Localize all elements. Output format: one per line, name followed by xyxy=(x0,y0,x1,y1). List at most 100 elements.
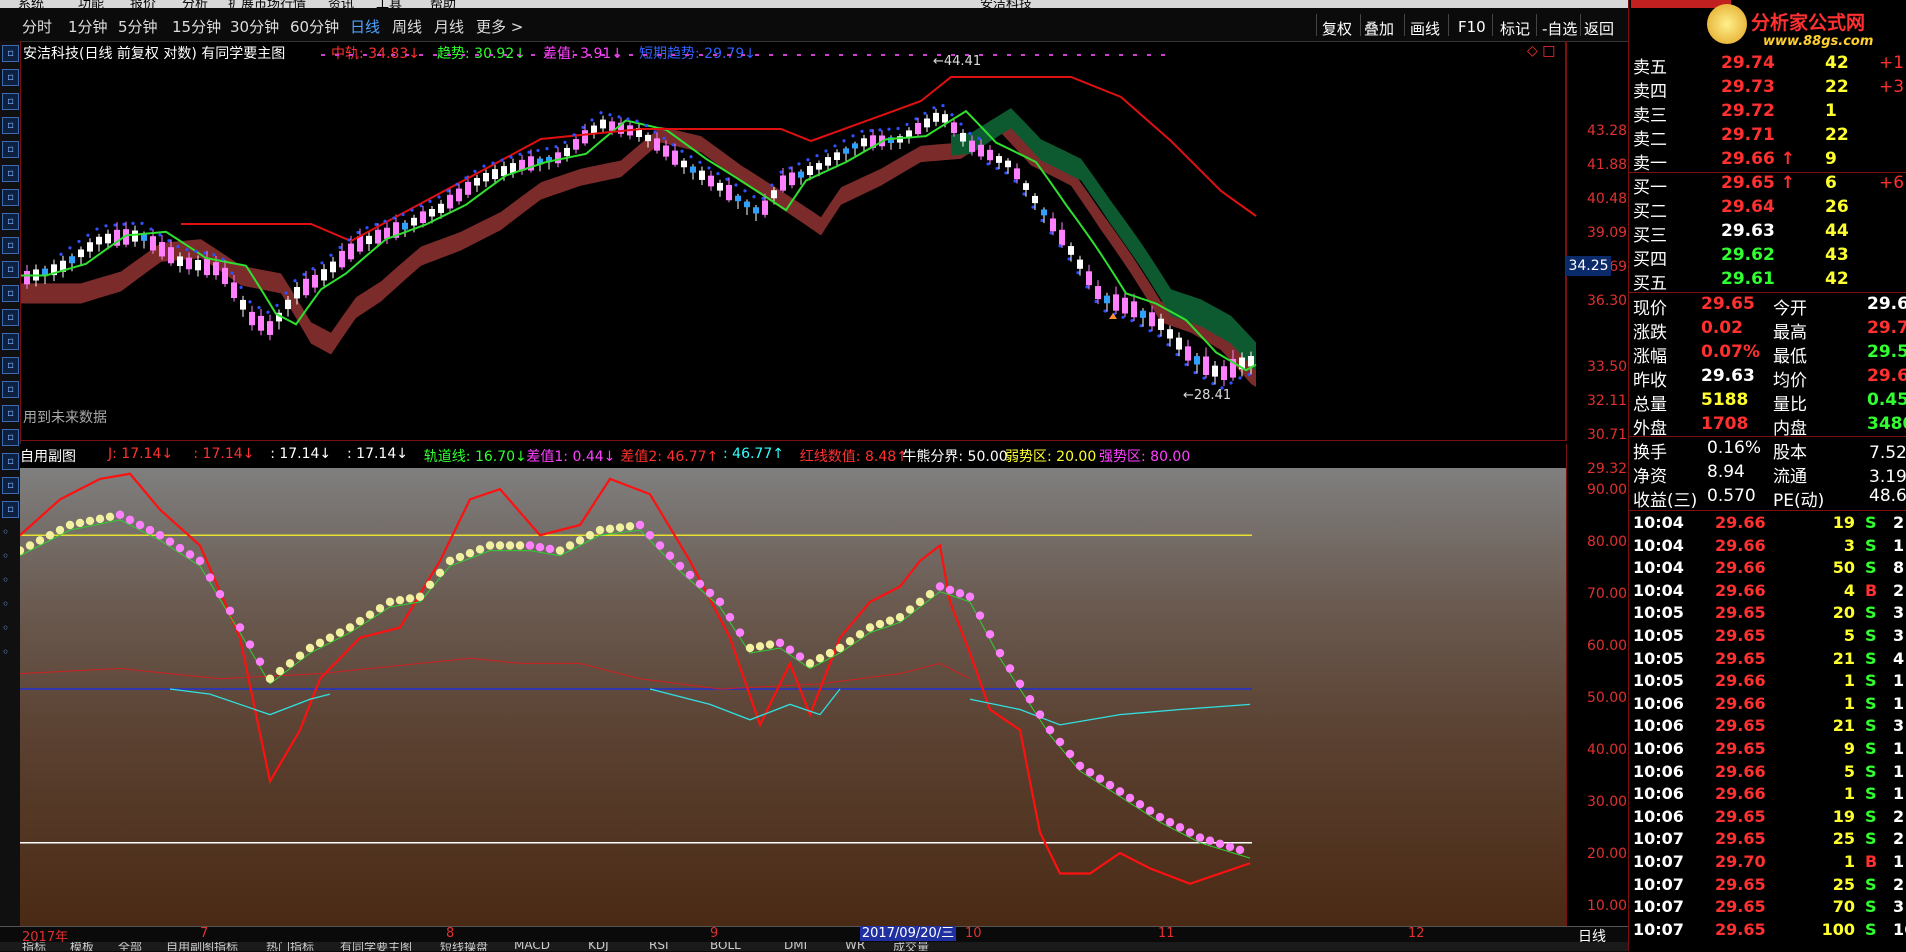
indicator-tab[interactable]: MACD xyxy=(514,942,550,951)
indicator-tab[interactable]: 有同学要主图 xyxy=(340,942,412,951)
signal-dash xyxy=(559,54,563,56)
toolbar-button[interactable]: -自选 xyxy=(1542,18,1577,39)
main-chart-panel[interactable]: 安洁科技(日线 前复权 对数) 有同学要主图 中轨: 34.83↓ 趋势: 30.… xyxy=(20,41,1566,441)
timeframe-tab[interactable]: 更多 > xyxy=(476,16,523,37)
order-row[interactable]: 买一 29.65 ↑ 6 +6 xyxy=(1629,172,1906,198)
order-row[interactable]: 卖五 29.74 42 +1 xyxy=(1629,52,1906,78)
indicator-tab[interactable]: WR xyxy=(845,942,865,951)
menu-item[interactable]: 功能 xyxy=(78,0,104,8)
tool-icon[interactable]: ◦ xyxy=(2,645,9,659)
menu-item[interactable]: 报价 xyxy=(130,0,156,8)
trend-dot xyxy=(194,249,198,253)
tool-icon[interactable]: ▫ xyxy=(2,501,19,518)
order-row[interactable]: 买三 29.63 44 xyxy=(1629,220,1906,246)
toolbar-button[interactable]: 叠加 xyxy=(1364,18,1394,39)
timeframe-tab[interactable]: 30分钟 xyxy=(230,16,279,37)
menu-item[interactable]: 分析 xyxy=(182,0,208,8)
tool-icon[interactable]: ▫ xyxy=(2,429,19,446)
menu-item[interactable]: 工具 xyxy=(376,0,402,8)
toolbar-button[interactable]: 复权 xyxy=(1322,18,1352,39)
price-tick: 32.11 xyxy=(1587,393,1628,409)
menu-item[interactable]: 资讯 xyxy=(328,0,354,8)
candle-body xyxy=(150,236,156,251)
indicator-tab[interactable]: 短线操盘 xyxy=(440,942,488,951)
menu-item[interactable]: 帮助 xyxy=(430,0,456,8)
tool-icon[interactable]: ▫ xyxy=(2,453,19,470)
tick-price: 29.65 xyxy=(1715,648,1766,668)
indicator-tab[interactable]: KDJ xyxy=(588,942,609,951)
order-row[interactable]: 卖三 29.72 1 xyxy=(1629,100,1906,126)
kdj-dot xyxy=(995,648,1005,658)
trend-dot xyxy=(446,189,450,193)
tool-icon[interactable]: ▫ xyxy=(2,189,19,206)
order-row[interactable]: 卖二 29.71 22 xyxy=(1629,124,1906,150)
timeframe-tab[interactable]: 月线 xyxy=(434,16,464,37)
quote-value: 29.63 xyxy=(1701,366,1755,386)
kdj-dot xyxy=(465,548,475,558)
trend-dot xyxy=(1094,299,1098,304)
tool-icon[interactable]: ▫ xyxy=(2,141,19,158)
timeframe-tab[interactable]: 60分钟 xyxy=(290,16,339,37)
tool-icon[interactable]: ▫ xyxy=(2,69,19,86)
tool-icon[interactable]: ▫ xyxy=(2,333,19,350)
toolbar-button[interactable]: 画线 xyxy=(1410,18,1440,39)
candle-body xyxy=(1050,218,1056,232)
tool-icon[interactable]: ▫ xyxy=(2,213,19,230)
trend-dot xyxy=(437,195,441,199)
toolbar-button[interactable]: F10 xyxy=(1458,18,1486,36)
indicator-tab[interactable]: DMI xyxy=(784,942,807,951)
tick-list[interactable]: 10:04 29.66 19 S 2 10:04 29.66 3 S 1 10:04 29.66 50 S… xyxy=(1629,510,1906,952)
order-row[interactable]: 卖一 29.66 ↑ 9 xyxy=(1629,148,1906,174)
trend-dot xyxy=(797,162,801,166)
indicator-tab[interactable]: 成交量 xyxy=(893,942,929,951)
indicator-tab[interactable]: 模板 xyxy=(70,942,94,951)
menu-item[interactable]: 扩展市场行情 xyxy=(228,0,306,8)
indicator-tab[interactable]: BOLL xyxy=(710,942,741,951)
toolbar-button[interactable]: 标记 xyxy=(1500,18,1530,39)
tick-count: 3 xyxy=(1893,603,1905,623)
indicator-tab[interactable]: 自用副图指标 xyxy=(166,942,238,951)
indicator-tab[interactable]: 指标 xyxy=(22,942,46,951)
toolbar-button[interactable]: 返回 xyxy=(1584,18,1614,39)
trend-dot xyxy=(734,183,738,187)
kdj-dot xyxy=(695,579,705,589)
indicator-tab[interactable]: 热门指标 xyxy=(266,942,314,951)
timeframe-tab[interactable]: 1分钟 xyxy=(68,16,108,37)
order-row[interactable]: 买四 29.62 43 xyxy=(1629,244,1906,270)
tool-icon[interactable]: ◦ xyxy=(2,597,9,611)
tool-icon[interactable]: ◦ xyxy=(2,525,9,539)
tool-icon[interactable]: ◦ xyxy=(2,573,9,587)
tool-icon[interactable]: ▫ xyxy=(2,285,19,302)
tool-icon[interactable]: ▫ xyxy=(2,165,19,182)
trend-dot xyxy=(230,271,234,275)
order-row[interactable]: 买二 29.64 26 xyxy=(1629,196,1906,222)
tool-icon[interactable]: ▫ xyxy=(2,405,19,422)
order-row[interactable]: 买五 29.61 42 xyxy=(1629,268,1906,294)
trend-dot xyxy=(104,224,108,228)
timeframe-tab[interactable]: 5分钟 xyxy=(118,16,158,37)
tool-icon[interactable]: ▫ xyxy=(2,93,19,110)
tool-icon[interactable]: ▫ xyxy=(2,45,19,62)
tool-icon[interactable]: ▫ xyxy=(2,381,19,398)
tool-icon[interactable]: ◦ xyxy=(2,549,9,563)
trend-dot xyxy=(464,176,468,180)
tool-icon[interactable]: ▫ xyxy=(2,309,19,326)
indicator-tab[interactable]: 全部 xyxy=(118,942,142,951)
tool-icon[interactable]: ▫ xyxy=(2,117,19,134)
order-row[interactable]: 卖四 29.73 22 +3 xyxy=(1629,76,1906,102)
tool-icon[interactable]: ▫ xyxy=(2,477,19,494)
tool-icon[interactable]: ▫ xyxy=(2,357,19,374)
menu-item[interactable]: 系统 xyxy=(18,0,44,8)
indicator-tab[interactable]: RSI xyxy=(649,942,669,951)
timeframe-tab[interactable]: 分时 xyxy=(22,16,52,37)
tool-icon[interactable]: ◦ xyxy=(2,621,9,635)
trend-dot xyxy=(878,128,882,132)
tool-icon[interactable]: ▫ xyxy=(2,261,19,278)
tool-icon[interactable]: ▫ xyxy=(2,237,19,254)
tick-count: 16 xyxy=(1893,919,1906,939)
sub-indicator-panel[interactable] xyxy=(20,468,1566,926)
timeframe-tab[interactable]: 周线 xyxy=(392,16,422,37)
kdj-dot xyxy=(535,543,545,552)
timeframe-tab[interactable]: 15分钟 xyxy=(172,16,221,37)
timeframe-tab[interactable]: 日线 xyxy=(350,16,380,37)
